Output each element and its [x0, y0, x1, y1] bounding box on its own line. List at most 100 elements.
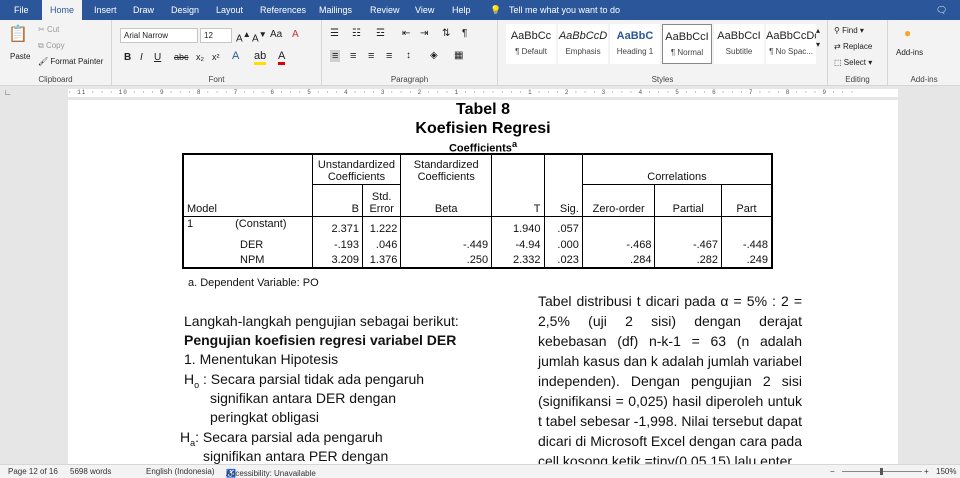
- tab-mailings[interactable]: Mailings: [317, 0, 354, 20]
- cut-button[interactable]: ✂ Cut: [38, 25, 59, 34]
- cell-sig: .000: [543, 236, 583, 252]
- t-table-explanation: Tabel distribusi t dicari pada α = 5% : …: [538, 293, 802, 464]
- paragraph-label: Paragraph: [390, 75, 429, 84]
- tab-help[interactable]: Help: [450, 0, 473, 20]
- tab-insert[interactable]: Insert: [92, 0, 119, 20]
- table-subtitle: Koefisien Regresi: [415, 120, 551, 137]
- zoom-in-icon[interactable]: +: [924, 467, 929, 476]
- increase-indent-icon[interactable]: ⇥: [420, 28, 428, 39]
- row-model-cell: 1 (Constant): [182, 216, 313, 236]
- zoom-level[interactable]: 150%: [936, 467, 956, 476]
- addins-icon[interactable]: ●: [904, 26, 911, 40]
- clear-format-icon[interactable]: A: [292, 29, 299, 40]
- tab-references[interactable]: References: [258, 0, 308, 20]
- find-button[interactable]: ⚲ Find ▾: [834, 26, 864, 35]
- align-left-icon[interactable]: ≡: [330, 50, 341, 62]
- pilcrow-icon[interactable]: ¶: [462, 28, 467, 39]
- status-bar: Page 12 of 16 5698 words English (Indone…: [0, 464, 960, 478]
- cell-zero: .284: [581, 252, 656, 268]
- shrink-font-icon[interactable]: A▼: [252, 29, 267, 44]
- font-label: Font: [208, 75, 225, 84]
- cell-partial: [654, 216, 723, 236]
- shading-icon[interactable]: ◈: [430, 50, 438, 61]
- header-unstandardized: Unstandardized Coefficients: [311, 154, 402, 185]
- header-standardized: Standardized Coefficients: [400, 154, 493, 184]
- header-zero-order: Zero-order: [581, 184, 656, 216]
- horizontal-ruler[interactable]: ∟ · 11 · · · 10 · · · 9 · · · 8 · · · 7 …: [0, 86, 960, 100]
- cell-zero: [581, 216, 656, 236]
- tab-draw[interactable]: Draw: [131, 0, 156, 20]
- replace-button[interactable]: ⇄ Replace: [834, 42, 872, 51]
- comments-icon[interactable]: 🗨: [934, 0, 949, 20]
- style-normal[interactable]: AaBbCcI ¶ Normal: [662, 24, 712, 64]
- change-case-icon[interactable]: Aa: [270, 29, 282, 40]
- multilevel-list-icon[interactable]: ☲: [376, 28, 385, 39]
- page-indicator[interactable]: Page 12 of 16: [8, 467, 58, 476]
- tell-me-search[interactable]: Tell me what you want to do: [507, 0, 622, 20]
- header-model: Model: [182, 154, 313, 216]
- font-color-icon[interactable]: A: [278, 50, 286, 65]
- header-partial: Partial: [654, 184, 723, 216]
- style-no-spacing[interactable]: AaBbCcDc ¶ No Spac...: [766, 24, 816, 64]
- tab-file[interactable]: File: [12, 0, 31, 20]
- style-subtitle[interactable]: AaBbCcI Subtitle: [714, 24, 764, 64]
- replace-icon: ⇄: [834, 42, 841, 51]
- align-center-icon[interactable]: ≡: [350, 50, 356, 62]
- superscript-icon[interactable]: x²: [212, 52, 220, 62]
- grow-font-icon[interactable]: A▲: [236, 29, 251, 44]
- style-emphasis[interactable]: AaBbCcD Emphasis: [558, 24, 608, 64]
- paste-button[interactable]: Paste: [10, 52, 30, 61]
- line-spacing-icon[interactable]: ↕: [406, 50, 411, 61]
- ruler-marks: · 11 · · · 10 · · · 9 · · · 8 · · · 7 · …: [68, 89, 855, 96]
- bullets-icon[interactable]: ☰: [330, 28, 339, 39]
- strikethrough-icon[interactable]: abc: [174, 52, 189, 62]
- table-row: NPM 3.209 1.376 .250 2.332 .023 .284 .28…: [182, 252, 773, 268]
- subscript-icon[interactable]: x₂: [196, 52, 204, 62]
- ribbon: 📋 Paste ✂ Cut ⧉ Copy 🖌 Format Painter Cl…: [0, 20, 960, 86]
- editing-label: Editing: [845, 75, 870, 84]
- zoom-slider-thumb[interactable]: [880, 468, 883, 475]
- zoom-out-icon[interactable]: −: [830, 467, 835, 476]
- word-count[interactable]: 5698 words: [70, 467, 111, 476]
- styles-scroll-up-icon[interactable]: ▴: [816, 26, 820, 35]
- paste-icon[interactable]: 📋: [8, 24, 28, 44]
- italic-icon[interactable]: I: [140, 52, 143, 63]
- tab-design[interactable]: Design: [169, 0, 201, 20]
- brush-icon: 🖌: [38, 57, 49, 66]
- language-indicator[interactable]: English (Indonesia): [146, 467, 214, 476]
- font-name-input[interactable]: Arial Narrow: [120, 28, 198, 43]
- cell-b: -.193: [311, 236, 364, 252]
- borders-icon[interactable]: ▦: [454, 50, 463, 61]
- numbering-icon[interactable]: ☷: [352, 28, 361, 39]
- hypothesis-h0: Ho : Secara parsial tidak ada pengaruh: [184, 371, 425, 390]
- select-button[interactable]: ⬚ Select ▾: [834, 58, 872, 67]
- style-heading-1[interactable]: AaBbC Heading 1: [610, 24, 660, 64]
- text-effects-icon[interactable]: A: [232, 50, 239, 62]
- document-page[interactable]: Tabel 8 Koefisien Regresi Coefficientsa …: [68, 100, 898, 464]
- bold-icon[interactable]: B: [124, 52, 131, 63]
- sort-icon[interactable]: ⇅: [442, 28, 450, 39]
- cell-se: .046: [362, 236, 402, 252]
- cell-sig: .023: [543, 252, 583, 268]
- tab-layout[interactable]: Layout: [214, 0, 245, 20]
- justify-icon[interactable]: ≡: [386, 50, 392, 62]
- addins-button[interactable]: Add-ins: [896, 48, 923, 57]
- align-right-icon[interactable]: ≡: [368, 50, 374, 62]
- highlight-icon[interactable]: ab: [254, 50, 267, 65]
- underline-icon[interactable]: U: [154, 52, 161, 63]
- cell-t: -4.94: [491, 236, 545, 252]
- copy-button[interactable]: ⧉ Copy: [38, 41, 65, 51]
- format-painter-button[interactable]: 🖌 Format Painter: [38, 57, 103, 66]
- tab-home[interactable]: Home: [42, 0, 83, 20]
- decrease-indent-icon[interactable]: ⇤: [402, 28, 410, 39]
- styles-scroll-down-icon[interactable]: ▾: [816, 40, 820, 49]
- styles-group: AaBbCc ¶ Default AaBbCcD Emphasis AaBbC Hea…: [498, 20, 828, 86]
- tab-view[interactable]: View: [413, 0, 436, 20]
- scissors-icon: ✂: [38, 25, 45, 34]
- tab-selector-icon[interactable]: ∟: [4, 88, 12, 97]
- tab-review[interactable]: Review: [368, 0, 402, 20]
- table-row: DER -.193 .046 -.449 -4.94 .000 -.468 -.…: [182, 236, 773, 252]
- vertical-scrollbar[interactable]: [944, 100, 960, 464]
- style-default[interactable]: AaBbCc ¶ Default: [506, 24, 556, 64]
- font-size-input[interactable]: 12: [200, 28, 232, 43]
